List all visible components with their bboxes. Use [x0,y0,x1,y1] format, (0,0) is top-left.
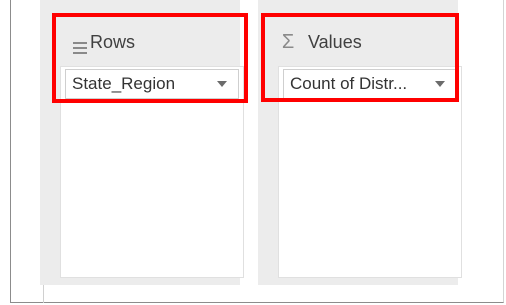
values-field-list[interactable]: Count of Distr... [278,66,462,278]
field-item-state-region[interactable]: State_Region [65,69,239,99]
dropdown-caret-icon[interactable] [434,78,446,90]
rows-area-title: Rows [90,31,136,52]
field-item-label: Count of Distr... [290,74,408,93]
field-item-label: State_Region [72,74,176,93]
values-area: Σ Values Count of Distr... [258,0,462,285]
dropdown-caret-icon[interactable] [216,78,228,90]
sigma-icon: Σ [281,31,295,53]
values-area-header: Σ Values [278,24,362,60]
field-item-count-of-district[interactable]: Count of Distr... [283,69,457,99]
rows-field-list[interactable]: State_Region [60,66,244,278]
rows-area-header: Rows [60,24,135,60]
values-area-title: Values [308,31,362,52]
rows-area: Rows State_Region [40,0,244,285]
